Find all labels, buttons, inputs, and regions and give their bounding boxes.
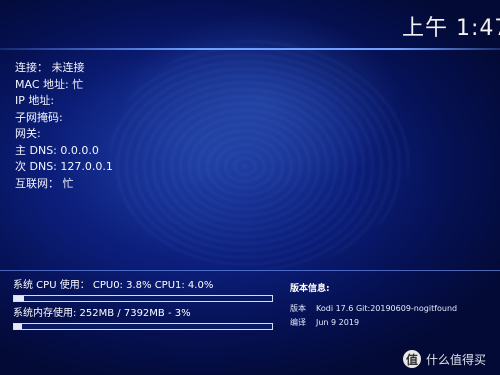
memory-usage-label: 系统内存使用: 252MB / 7392MB - 3%: [13, 308, 191, 319]
net-row-ip: IP 地址:: [15, 93, 113, 110]
watermark: 值 什么值得买: [403, 350, 486, 368]
version-value: Kodi 17.6 Git:20190609-nogitfound: [316, 304, 458, 313]
clock: 上午 1:47: [402, 16, 500, 41]
background-swirl: [110, 40, 410, 270]
footer-divider: [0, 270, 500, 271]
net-label: 网关:: [15, 127, 41, 140]
net-label: 主 DNS:: [15, 143, 57, 157]
net-label: 子网掩码:: [15, 110, 63, 124]
cpu-usage-bar: [13, 295, 273, 302]
net-label: MAC 地址:: [15, 77, 69, 91]
net-value: 0.0.0.0: [60, 143, 99, 157]
memory-usage-fill: [14, 324, 22, 329]
net-row-secondary-dns: 次 DNS: 127.0.0.1: [15, 159, 113, 176]
net-row-gateway: 网关:: [15, 126, 113, 143]
memory-usage-bar: [13, 323, 273, 330]
version-info-panel: 版本信息: 版本 Kodi 17.6 Git:20190609-nogitfoun…: [290, 281, 457, 330]
build-key: 编译: [290, 318, 306, 327]
version-info-title: 版本信息:: [290, 284, 330, 294]
watermark-logo-icon: 值: [403, 350, 421, 368]
build-value: Jun 9 2019: [316, 318, 360, 327]
net-row-connection: 连接： 未连接: [15, 60, 113, 77]
cpu-usage-label: 系统 CPU 使用： CPU0: 3.8% CPU1: 4.0%: [13, 280, 214, 291]
watermark-text: 什么值得买: [426, 352, 487, 367]
version-row: 版本 Kodi 17.6 Git:20190609-nogitfound: [290, 302, 457, 316]
net-label: 连接：: [15, 61, 48, 74]
net-row-internet: 互联网： 忙: [15, 176, 113, 193]
version-key: 版本: [290, 304, 306, 313]
network-info-list: 连接： 未连接 MAC 地址: 忙 IP 地址: 子网掩码: 网关: 主 DNS…: [15, 60, 113, 192]
cpu-usage-fill: [14, 296, 25, 301]
net-label: 次 DNS:: [15, 160, 57, 173]
net-value: 忙: [62, 176, 74, 190]
net-value: 127.0.0.1: [60, 160, 113, 173]
net-row-primary-dns: 主 DNS: 0.0.0.0: [15, 143, 113, 160]
header-divider: [0, 48, 500, 50]
net-row-mac: MAC 地址: 忙: [15, 77, 113, 94]
net-row-subnet: 子网掩码:: [15, 110, 113, 127]
net-label: IP 地址:: [15, 94, 55, 107]
net-value: 忙: [72, 77, 84, 91]
usage-panel: 系统 CPU 使用： CPU0: 3.8% CPU1: 4.0% 系统内存使用:…: [13, 280, 273, 336]
net-label: 互联网：: [15, 176, 59, 190]
build-row: 编译 Jun 9 2019: [290, 316, 457, 330]
net-value: 未连接: [51, 61, 85, 74]
